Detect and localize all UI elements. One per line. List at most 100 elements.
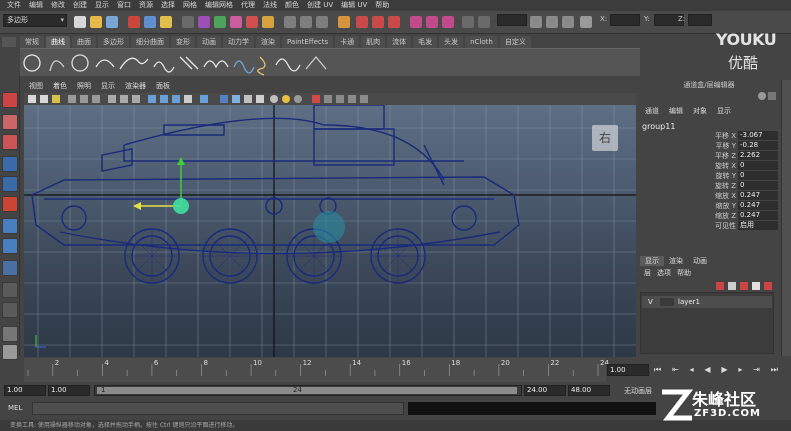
attribute-value[interactable]: -3.067 — [738, 131, 778, 140]
layer-menu-item[interactable]: 层 — [644, 268, 651, 278]
range-slider-handle[interactable]: 1 24 — [97, 386, 517, 394]
channel-box-menu-item[interactable]: 编辑 — [664, 106, 688, 116]
new-selected-layer-icon[interactable] — [728, 282, 736, 290]
panel-menu-item[interactable]: 着色 — [48, 80, 72, 92]
panel-menu-item[interactable]: 渲染器 — [120, 80, 151, 92]
attribute-row[interactable]: 可见性 启用 — [640, 221, 780, 231]
menu-item[interactable]: 网格 — [179, 0, 201, 11]
layer-tab[interactable]: 显示 — [640, 256, 664, 266]
attribute-row[interactable]: 缩放 X 0.247 — [640, 191, 780, 201]
shelf-menu-icon[interactable] — [2, 37, 16, 47]
attribute-row[interactable]: 平移 Y -0.28 — [640, 141, 780, 151]
shelf-tab[interactable]: 细分曲面 — [131, 36, 169, 48]
side-tab-strip[interactable] — [781, 80, 791, 356]
save-scene-icon[interactable] — [106, 16, 118, 28]
attribute-label[interactable]: 缩放 Y — [715, 201, 736, 211]
new-layer-icon[interactable] — [716, 282, 724, 290]
attribute-value[interactable]: 启用 — [738, 221, 778, 230]
viewport-right[interactable]: 右 — [24, 105, 636, 357]
play-forward-icon[interactable]: ▶ — [721, 362, 727, 378]
shelf-tab[interactable]: 卡通 — [335, 36, 360, 48]
attribute-label[interactable]: 旋转 X — [715, 161, 736, 171]
last-tool-icon[interactable] — [2, 282, 18, 298]
attribute-label[interactable]: 可见性 — [715, 221, 736, 231]
attribute-row[interactable]: 缩放 Y 0.247 — [640, 201, 780, 211]
delete-layer-icon[interactable] — [764, 282, 772, 290]
panel-options-icon[interactable] — [768, 92, 776, 100]
soft-mod-icon[interactable] — [2, 238, 18, 254]
view-cube-label[interactable]: 右 — [592, 125, 618, 151]
scale-tool-icon[interactable] — [2, 196, 18, 212]
batch-render-icon[interactable] — [442, 16, 454, 28]
ipr-render-icon[interactable] — [372, 16, 384, 28]
attribute-value[interactable]: 0 — [738, 171, 778, 180]
attribute-row[interactable]: 旋转 Z0 — [640, 181, 780, 191]
render-view-icon[interactable] — [426, 16, 438, 28]
attribute-label[interactable]: 旋转 Z — [715, 181, 736, 191]
layer-visibility-toggle[interactable]: V — [648, 296, 653, 308]
layer-row[interactable]: V layer1 — [642, 296, 772, 308]
attribute-value[interactable]: -0.28 — [738, 141, 778, 150]
range-slider[interactable]: 1 24 — [94, 385, 522, 396]
z-input[interactable] — [688, 14, 712, 26]
playback-start-field[interactable]: 1.00 — [48, 385, 90, 396]
attribute-value[interactable]: 0 — [738, 161, 778, 170]
attribute-label[interactable]: 平移 X — [715, 131, 736, 141]
mask-icon[interactable] — [182, 16, 194, 28]
shelf-tab[interactable]: 曲面 — [72, 36, 96, 48]
pick-mask-icon[interactable] — [198, 16, 210, 28]
menu-item[interactable]: 显示 — [91, 0, 113, 11]
menu-item[interactable]: 修改 — [47, 0, 69, 11]
select-component-icon[interactable] — [160, 16, 172, 28]
mel-label[interactable]: MEL — [8, 404, 22, 412]
menu-item[interactable]: 颜色 — [281, 0, 303, 11]
layer-color-swatch[interactable] — [660, 298, 674, 306]
layout-single-icon[interactable] — [2, 302, 18, 318]
layer-name[interactable]: layer1 — [678, 296, 700, 308]
channel-box-menu-item[interactable]: 通道 — [640, 106, 664, 116]
panel-menu-item[interactable]: 视图 — [24, 80, 48, 92]
anim-start-field[interactable]: 1.00 — [4, 385, 46, 396]
attribute-value[interactable]: 0.247 — [738, 191, 778, 200]
attribute-row[interactable]: 旋转 Y0 — [640, 171, 780, 181]
menu-item[interactable]: 编辑网格 — [201, 0, 237, 11]
attribute-value[interactable]: 0 — [738, 181, 778, 190]
menu-item[interactable]: 选择 — [157, 0, 179, 11]
render-frame-icon[interactable] — [356, 16, 368, 28]
face-mask-icon[interactable] — [246, 16, 258, 28]
attribute-row[interactable]: 平移 X -3.067 — [640, 131, 780, 141]
shelf-tab[interactable]: 变形 — [171, 36, 195, 48]
layer-tab[interactable]: 动画 — [688, 256, 712, 266]
panel-menu-item[interactable]: 面板 — [151, 80, 175, 92]
rename-icon[interactable] — [530, 16, 542, 28]
attribute-label[interactable]: 缩放 Z — [715, 211, 736, 221]
layer-menu-item[interactable]: 选项 — [657, 268, 671, 278]
menu-item[interactable]: 文件 — [3, 0, 25, 11]
shelf-tab[interactable]: 多边形 — [98, 36, 129, 48]
shelf-tab[interactable]: nCloth — [465, 36, 498, 48]
render-settings-icon[interactable] — [388, 16, 400, 28]
edge-mask-icon[interactable] — [230, 16, 242, 28]
select-object-icon[interactable] — [144, 16, 156, 28]
help-icon[interactable] — [758, 92, 766, 100]
time-slider[interactable]: 2 4 6 8 10 12 14 16 18 20 22 24 — [24, 358, 609, 382]
current-frame-field[interactable]: 1.00 — [607, 364, 649, 376]
quick-select-icon[interactable] — [562, 16, 574, 28]
panel-menu-item[interactable]: 照明 — [72, 80, 96, 92]
shelf-tab[interactable]: 毛发 — [413, 36, 438, 48]
paint-select-icon[interactable] — [2, 134, 18, 150]
shelf-tab[interactable]: 常规 — [20, 36, 44, 48]
hypershade-icon[interactable] — [410, 16, 422, 28]
menu-item[interactable]: 创建 UV — [303, 0, 337, 11]
step-forward-key-icon[interactable]: ⇥ — [753, 362, 760, 378]
uv-mask-icon[interactable] — [262, 16, 274, 28]
attribute-value[interactable]: 2.262 — [738, 151, 778, 160]
snap-curve-icon[interactable] — [300, 16, 312, 28]
new-scene-icon[interactable] — [74, 16, 86, 28]
go-to-start-icon[interactable]: ⏮ — [654, 362, 661, 378]
playback-end-field[interactable]: 24.00 — [524, 385, 566, 396]
shelf-tab[interactable]: 动力学 — [223, 36, 254, 48]
snap-grid-icon[interactable] — [284, 16, 296, 28]
attribute-label[interactable]: 旋转 Y — [715, 171, 736, 181]
layer-options-icon[interactable] — [752, 282, 760, 290]
